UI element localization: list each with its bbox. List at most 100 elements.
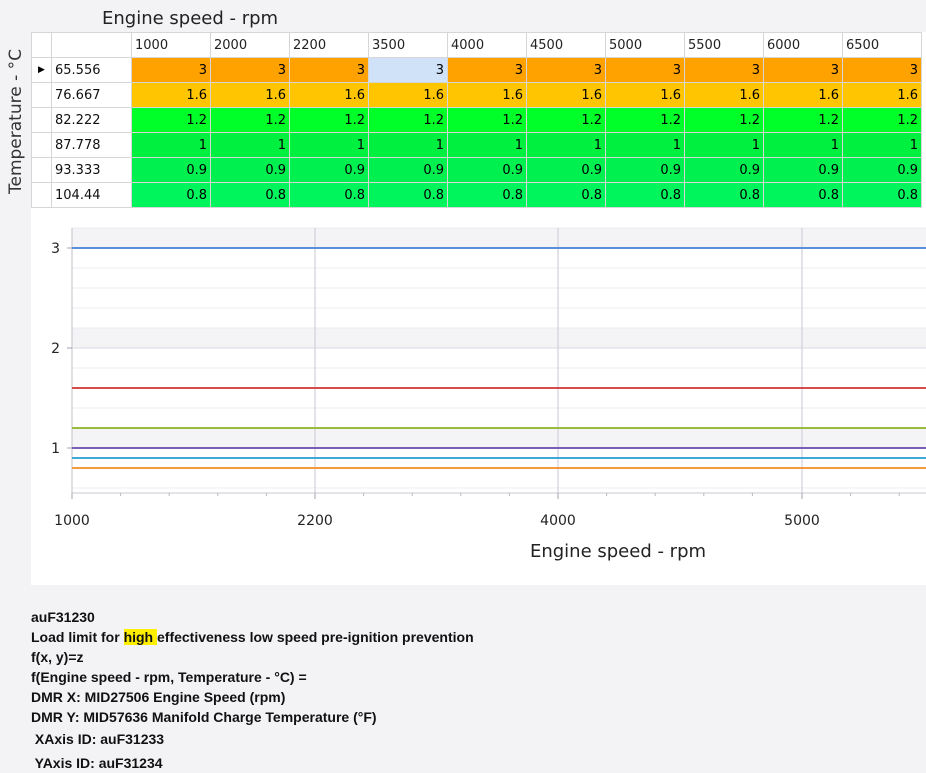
table-cell[interactable]: 1	[605, 132, 685, 158]
table-cell[interactable]: 1.6	[447, 82, 527, 108]
table-cell[interactable]: 0.9	[684, 157, 764, 183]
table-cell[interactable]: 3	[210, 57, 290, 83]
table-cell[interactable]: 1.6	[526, 82, 606, 108]
table-cell[interactable]: 3	[447, 57, 527, 83]
table-cell[interactable]: 0.9	[368, 157, 448, 183]
table-cell[interactable]: 1	[210, 132, 290, 158]
table-row[interactable]: 76.667 1.6 1.6 1.6 1.6 1.6 1.6 1.6 1.6 1.6 1.6	[31, 82, 922, 108]
table-cell[interactable]: 0.9	[842, 157, 922, 183]
table-cell[interactable]: 3	[526, 57, 606, 83]
row-header[interactable]: 87.778	[51, 132, 132, 158]
table-cell[interactable]: 3	[289, 57, 369, 83]
y-tick-label: 3	[51, 241, 60, 257]
table-cell[interactable]: 1.2	[842, 107, 922, 133]
table-cell[interactable]: 1.2	[684, 107, 764, 133]
table-cell[interactable]: 1	[131, 132, 211, 158]
table-cell[interactable]: 0.9	[289, 157, 369, 183]
plot-band	[72, 428, 926, 448]
table-row[interactable]: ▶ 65.556 3 3 3 3 3 3 3 3 3 3	[31, 57, 922, 83]
table-cell[interactable]: 0.8	[131, 182, 211, 208]
table-cell[interactable]: 0.8	[210, 182, 290, 208]
row-header[interactable]: 76.667	[51, 82, 132, 108]
x-tick-label: 4000	[540, 513, 576, 529]
table-cell[interactable]: 1	[684, 132, 764, 158]
table-cell[interactable]: 1	[447, 132, 527, 158]
column-header[interactable]: 4000	[447, 32, 527, 58]
table-row[interactable]: 82.222 1.2 1.2 1.2 1.2 1.2 1.2 1.2 1.2 1.2 1.2	[31, 107, 922, 133]
table-cell[interactable]: 1.2	[210, 107, 290, 133]
table-cell[interactable]: 1.6	[605, 82, 685, 108]
table-row[interactable]: 87.778 1 1 1 1 1 1 1 1 1 1	[31, 132, 922, 158]
table-cell[interactable]: 0.8	[684, 182, 764, 208]
table-cell[interactable]: 0.9	[210, 157, 290, 183]
table-cell[interactable]: 1	[368, 132, 448, 158]
xaxis-id: XAxis ID: auF31233	[31, 731, 165, 747]
table-cell[interactable]: 1.6	[289, 82, 369, 108]
table-cell[interactable]: 1.6	[684, 82, 764, 108]
table-cell[interactable]: 1.6	[210, 82, 290, 108]
table-cell[interactable]: 0.8	[447, 182, 527, 208]
table-cell[interactable]: 1.2	[368, 107, 448, 133]
description-suffix: effectiveness low speed pre-ignition pre…	[157, 629, 474, 645]
table-cell[interactable]: 1	[526, 132, 606, 158]
table-cell[interactable]: 1.2	[526, 107, 606, 133]
table-cell[interactable]: 1.6	[763, 82, 843, 108]
table-cell[interactable]: 3	[605, 57, 685, 83]
column-header[interactable]: 3500	[368, 32, 448, 58]
table-cell[interactable]: 0.9	[605, 157, 685, 183]
table-cell[interactable]: 1.2	[131, 107, 211, 133]
row-indicator[interactable]	[31, 82, 52, 108]
description-prefix: Load limit for	[31, 629, 124, 645]
table-cell[interactable]: 0.9	[526, 157, 606, 183]
x-tick-label: 1000	[54, 513, 90, 529]
table-cell[interactable]: 1.2	[447, 107, 527, 133]
table-cell[interactable]: 1	[763, 132, 843, 158]
y-axis-title: Temperature - °C	[6, 49, 26, 194]
table-cell[interactable]: 3	[763, 57, 843, 83]
table-cell[interactable]: 1.2	[605, 107, 685, 133]
row-indicator[interactable]	[31, 132, 52, 158]
selected-cell[interactable]: 3	[368, 57, 448, 83]
row-indicator[interactable]	[31, 182, 52, 208]
table-cell[interactable]: 3	[684, 57, 764, 83]
row-header[interactable]: 82.222	[51, 107, 132, 133]
row-header[interactable]: 104.44	[51, 182, 132, 208]
column-header[interactable]: 1000	[131, 32, 211, 58]
corner-cell	[31, 32, 52, 58]
table-row[interactable]: 93.333 0.9 0.9 0.9 0.9 0.9 0.9 0.9 0.9 0.9 0.9	[31, 157, 922, 183]
column-header[interactable]: 5000	[605, 32, 685, 58]
row-header[interactable]: 93.333	[51, 157, 132, 183]
table-cell[interactable]: 0.8	[763, 182, 843, 208]
row-header[interactable]: 65.556	[51, 57, 132, 83]
row-indicator[interactable]	[31, 107, 52, 133]
table-cell[interactable]: 0.8	[368, 182, 448, 208]
search-highlight: high	[123, 629, 157, 645]
table-cell[interactable]: 3	[842, 57, 922, 83]
table-cell[interactable]: 1	[842, 132, 922, 158]
table-cell[interactable]: 1.2	[763, 107, 843, 133]
table-cell[interactable]: 0.9	[763, 157, 843, 183]
table-cell[interactable]: 1	[289, 132, 369, 158]
table-cell[interactable]: 0.9	[131, 157, 211, 183]
table-row[interactable]: 104.44 0.8 0.8 0.8 0.8 0.8 0.8 0.8 0.8 0.8 0.8	[31, 182, 922, 208]
table-cell[interactable]: 0.9	[447, 157, 527, 183]
table-cell[interactable]: 1.6	[368, 82, 448, 108]
table-cell[interactable]: 0.8	[289, 182, 369, 208]
line-chart: 1 2 3 1000 2200 4000 5000 Engine speed - rpm	[51, 227, 926, 562]
table-cell[interactable]: 1.2	[289, 107, 369, 133]
row-indicator[interactable]	[31, 157, 52, 183]
table-cell[interactable]: 0.8	[526, 182, 606, 208]
column-header[interactable]: 5500	[684, 32, 764, 58]
table-cell[interactable]: 1.6	[131, 82, 211, 108]
table-cell[interactable]: 1.6	[842, 82, 922, 108]
table-cell[interactable]: 0.8	[605, 182, 685, 208]
column-header[interactable]: 6500	[842, 32, 922, 58]
table-cell[interactable]: 3	[131, 57, 211, 83]
row-pointer-icon[interactable]: ▶	[31, 57, 52, 83]
column-header[interactable]: 2000	[210, 32, 290, 58]
table-cell[interactable]: 0.8	[842, 182, 922, 208]
column-header[interactable]: 2200	[289, 32, 369, 58]
data-grid[interactable]: 1000 2000 2200 3500 4000 4500 5000 5500 6000 6500…	[31, 32, 926, 210]
column-header[interactable]: 6000	[763, 32, 843, 58]
column-header[interactable]: 4500	[526, 32, 606, 58]
